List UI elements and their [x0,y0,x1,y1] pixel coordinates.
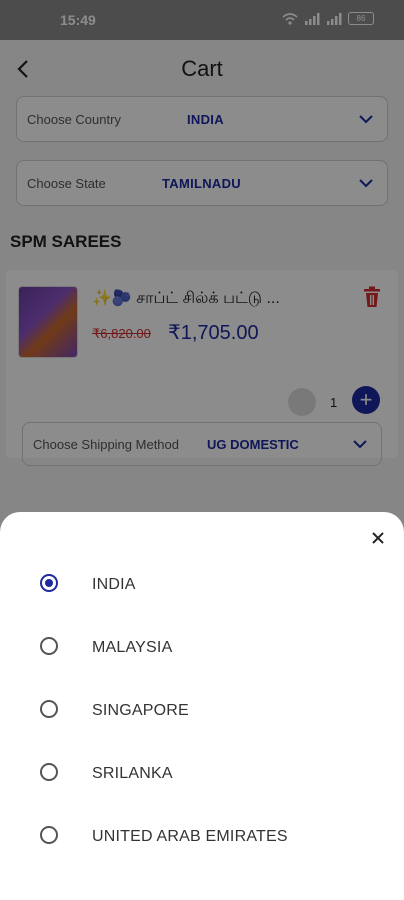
country-option-label: SINGAPORE [92,702,189,719]
country-option-uae[interactable]: UNITED ARAB EMIRATES [40,816,380,856]
radio-icon[interactable] [40,700,58,718]
country-option-label: SRILANKA [92,765,173,782]
country-option-label: INDIA [92,576,136,593]
country-option-srilanka[interactable]: SRILANKA [40,753,380,793]
country-option-label: MALAYSIA [92,639,173,656]
radio-icon[interactable] [40,763,58,781]
radio-icon[interactable] [40,637,58,655]
country-option-singapore[interactable]: SINGAPORE [40,690,380,730]
country-picker-sheet: INDIA MALAYSIA SINGAPORE SRILANKA UNITED… [0,512,404,900]
close-icon[interactable] [366,526,390,550]
country-option-india[interactable]: INDIA [40,564,380,604]
radio-selected-icon[interactable] [40,574,58,592]
country-option-label: UNITED ARAB EMIRATES [92,828,288,845]
radio-icon[interactable] [40,826,58,844]
country-option-malaysia[interactable]: MALAYSIA [40,627,380,667]
